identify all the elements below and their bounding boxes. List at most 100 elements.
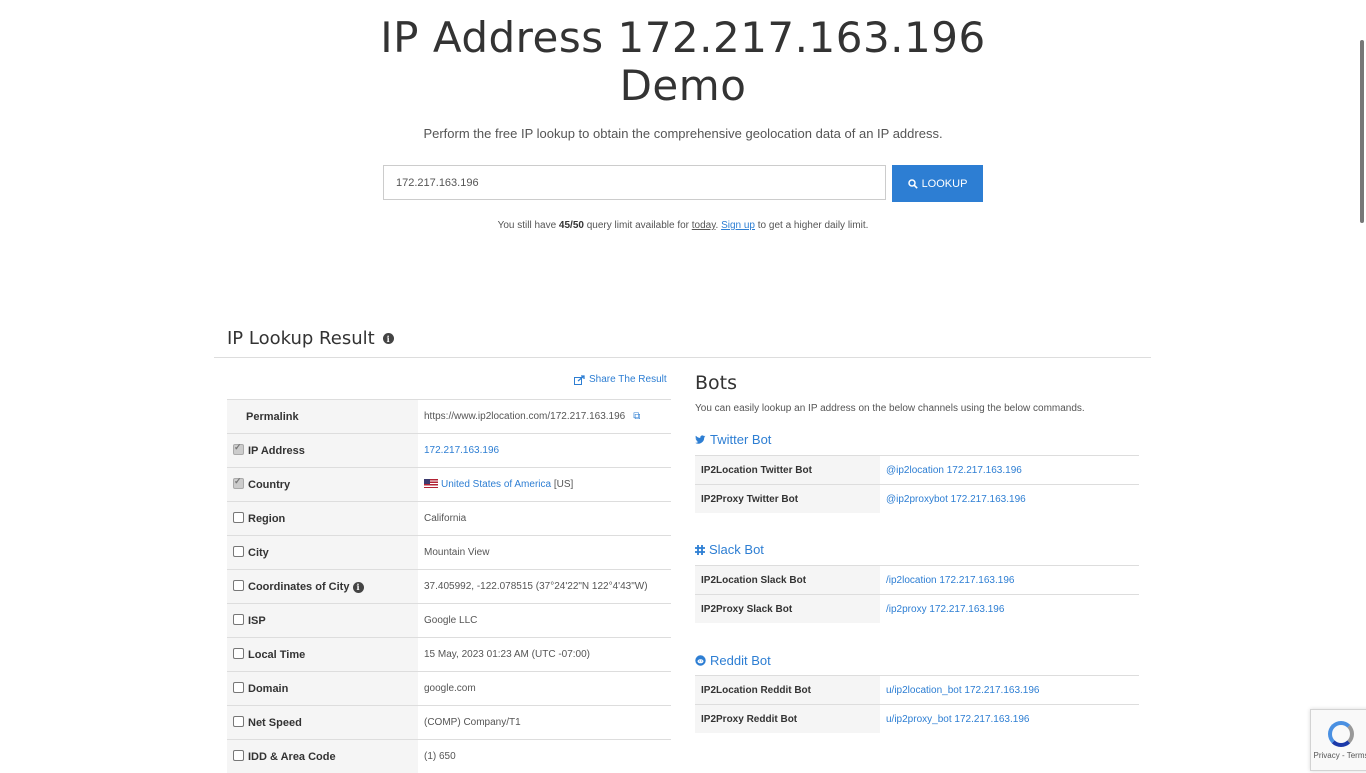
bot-command[interactable]: /ip2location 172.217.163.196 xyxy=(880,566,1139,595)
table-row: Net Speed (COMP) Company/T1 xyxy=(227,706,671,740)
row-label: Permalink xyxy=(246,411,299,423)
info-icon[interactable]: i xyxy=(353,582,364,593)
slack-bot-heading[interactable]: Slack Bot xyxy=(695,542,764,557)
bot-group-name: Reddit Bot xyxy=(710,653,771,668)
country-code: [US] xyxy=(554,479,573,490)
lookup-button-label: LOOKUP xyxy=(922,178,968,190)
quota-prefix: You still have xyxy=(498,220,557,231)
search-icon xyxy=(908,179,918,189)
table-row: IP2Proxy Slack Bot/ip2proxy 172.217.163.… xyxy=(695,595,1139,624)
ip-address-link[interactable]: 172.217.163.196 xyxy=(424,445,499,456)
copy-icon[interactable]: ⧉ xyxy=(633,411,640,422)
row-value: Mountain View xyxy=(418,536,671,570)
table-row: IP2Location Reddit Botu/ip2location_bot … xyxy=(695,676,1139,705)
result-title: IP Lookup Result xyxy=(227,328,375,349)
checkbox-placeholder xyxy=(233,412,242,421)
row-value: google.com xyxy=(418,672,671,706)
twitter-bot-table: IP2Location Twitter Bot@ip2location 172.… xyxy=(695,455,1139,513)
row-label: Net Speed xyxy=(248,717,302,729)
row-label: IP Address xyxy=(248,445,305,457)
bots-description: You can easily lookup an IP address on t… xyxy=(695,403,1085,414)
row-checkbox[interactable] xyxy=(233,444,244,455)
permalink-value[interactable]: https://www.ip2location.com/172.217.163.… xyxy=(424,411,625,422)
twitter-icon xyxy=(695,435,706,445)
row-label: Local Time xyxy=(248,649,305,661)
share-result-link[interactable]: Share The Result xyxy=(574,374,667,385)
row-label: Domain xyxy=(248,683,288,695)
share-icon xyxy=(574,375,585,385)
row-value: 15 May, 2023 01:23 AM (UTC -07:00) xyxy=(418,638,671,672)
slack-icon xyxy=(695,545,705,555)
table-row: Domain google.com xyxy=(227,672,671,706)
page-title-line1: IP Address 172.217.163.196 xyxy=(0,14,1366,62)
recaptcha-badge[interactable]: Privacy - Terms xyxy=(1310,709,1366,771)
scrollbar[interactable] xyxy=(1360,40,1364,223)
ip-search-input[interactable] xyxy=(383,165,886,200)
bot-label: IP2Location Reddit Bot xyxy=(695,676,880,705)
us-flag-icon xyxy=(424,479,438,488)
share-label: Share The Result xyxy=(589,374,667,385)
today-link[interactable]: today xyxy=(692,220,716,231)
quota-suffix: to get a higher daily limit. xyxy=(758,220,869,231)
table-row: Country United States of America [US] xyxy=(227,468,671,502)
row-checkbox[interactable] xyxy=(233,512,244,523)
row-label: Country xyxy=(248,479,290,491)
quota-middle: query limit available for xyxy=(587,220,689,231)
reddit-icon xyxy=(695,655,706,666)
bot-command[interactable]: @ip2proxybot 172.217.163.196 xyxy=(880,485,1139,514)
bot-command[interactable]: u/ip2location_bot 172.217.163.196 xyxy=(880,676,1139,705)
row-checkbox[interactable] xyxy=(233,546,244,557)
row-value: 37.405992, -122.078515 (37°24'22"N 122°4… xyxy=(418,570,671,604)
row-value: Google LLC xyxy=(418,604,671,638)
row-label: Region xyxy=(248,513,285,525)
bot-command[interactable]: u/ip2proxy_bot 172.217.163.196 xyxy=(880,705,1139,734)
row-value: California xyxy=(418,502,671,536)
quota-dot: . xyxy=(716,220,719,231)
lookup-button[interactable]: LOOKUP xyxy=(892,165,983,202)
row-checkbox[interactable] xyxy=(233,716,244,727)
bot-group-name: Twitter Bot xyxy=(710,432,771,447)
result-heading: IP Lookup Result i xyxy=(227,328,394,349)
twitter-bot-heading[interactable]: Twitter Bot xyxy=(695,432,771,447)
table-row: City Mountain View xyxy=(227,536,671,570)
row-checkbox[interactable] xyxy=(233,750,244,761)
recaptcha-label[interactable]: Privacy - Terms xyxy=(1314,751,1366,760)
table-row: Region California xyxy=(227,502,671,536)
country-link[interactable]: United States of America xyxy=(441,479,551,490)
reddit-bot-heading[interactable]: Reddit Bot xyxy=(695,653,771,668)
recaptcha-icon xyxy=(1328,721,1354,747)
bot-label: IP2Location Twitter Bot xyxy=(695,456,880,485)
quota-text: You still have 45/50 query limit availab… xyxy=(0,220,1366,231)
table-row: Coordinates of City i 37.405992, -122.07… xyxy=(227,570,671,604)
bot-label: IP2Proxy Slack Bot xyxy=(695,595,880,624)
slack-bot-table: IP2Location Slack Bot/ip2location 172.21… xyxy=(695,565,1139,623)
row-label: IDD & Area Code xyxy=(248,751,336,763)
table-row: Permalink https://www.ip2location.com/17… xyxy=(227,400,671,434)
bot-group-name: Slack Bot xyxy=(709,542,764,557)
bot-command[interactable]: @ip2location 172.217.163.196 xyxy=(880,456,1139,485)
info-icon[interactable]: i xyxy=(383,333,394,344)
bot-command[interactable]: /ip2proxy 172.217.163.196 xyxy=(880,595,1139,624)
row-checkbox[interactable] xyxy=(233,614,244,625)
row-checkbox[interactable] xyxy=(233,478,244,489)
row-label: ISP xyxy=(248,615,266,627)
bots-title: Bots xyxy=(695,372,737,394)
bot-label: IP2Location Slack Bot xyxy=(695,566,880,595)
row-checkbox[interactable] xyxy=(233,682,244,693)
page-title: IP Address 172.217.163.196 Demo xyxy=(0,14,1366,110)
divider xyxy=(214,357,1151,358)
row-checkbox[interactable] xyxy=(233,580,244,591)
table-row: IP2Proxy Reddit Botu/ip2proxy_bot 172.21… xyxy=(695,705,1139,734)
bot-label: IP2Proxy Reddit Bot xyxy=(695,705,880,734)
table-row: IP Address 172.217.163.196 xyxy=(227,434,671,468)
page-subtitle: Perform the free IP lookup to obtain the… xyxy=(0,126,1366,141)
table-row: IP2Location Slack Bot/ip2location 172.21… xyxy=(695,566,1139,595)
row-label: City xyxy=(248,547,269,559)
row-checkbox[interactable] xyxy=(233,648,244,659)
row-value: (COMP) Company/T1 xyxy=(418,706,671,740)
quota-count: 45/50 xyxy=(559,220,584,231)
table-row: ISP Google LLC xyxy=(227,604,671,638)
page-title-line2: Demo xyxy=(0,62,1366,110)
reddit-bot-table: IP2Location Reddit Botu/ip2location_bot … xyxy=(695,675,1139,733)
signup-link[interactable]: Sign up xyxy=(721,220,755,231)
